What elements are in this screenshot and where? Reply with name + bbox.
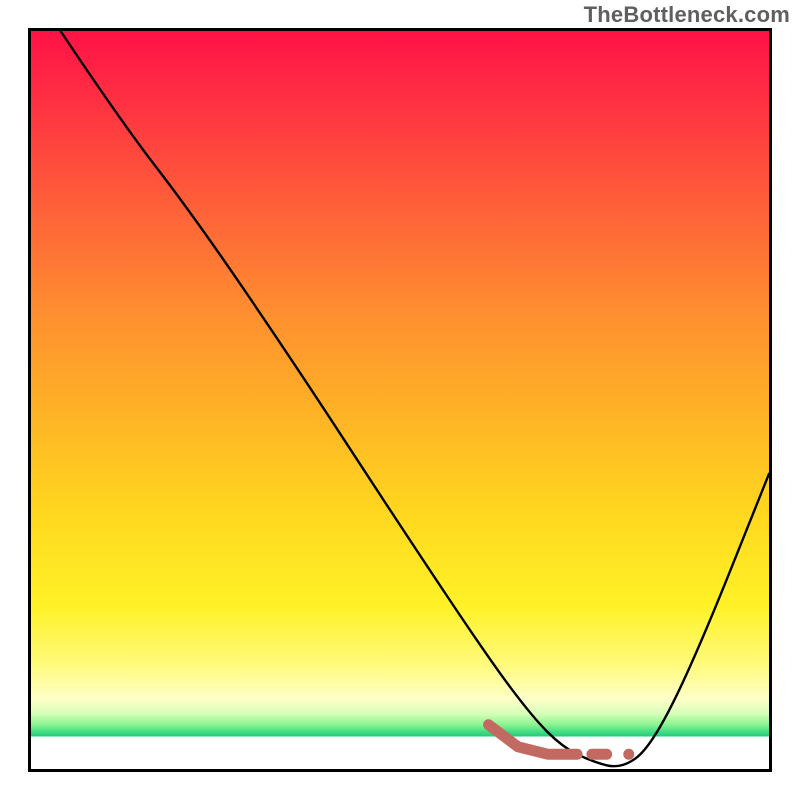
plot-area — [28, 28, 772, 772]
chart-container: TheBottleneck.com — [0, 0, 800, 800]
bottleneck-curve — [61, 31, 769, 766]
accent-dot — [623, 749, 634, 760]
accent-segment — [489, 725, 578, 755]
curve-overlay — [31, 31, 769, 769]
watermark-text: TheBottleneck.com — [584, 2, 790, 28]
